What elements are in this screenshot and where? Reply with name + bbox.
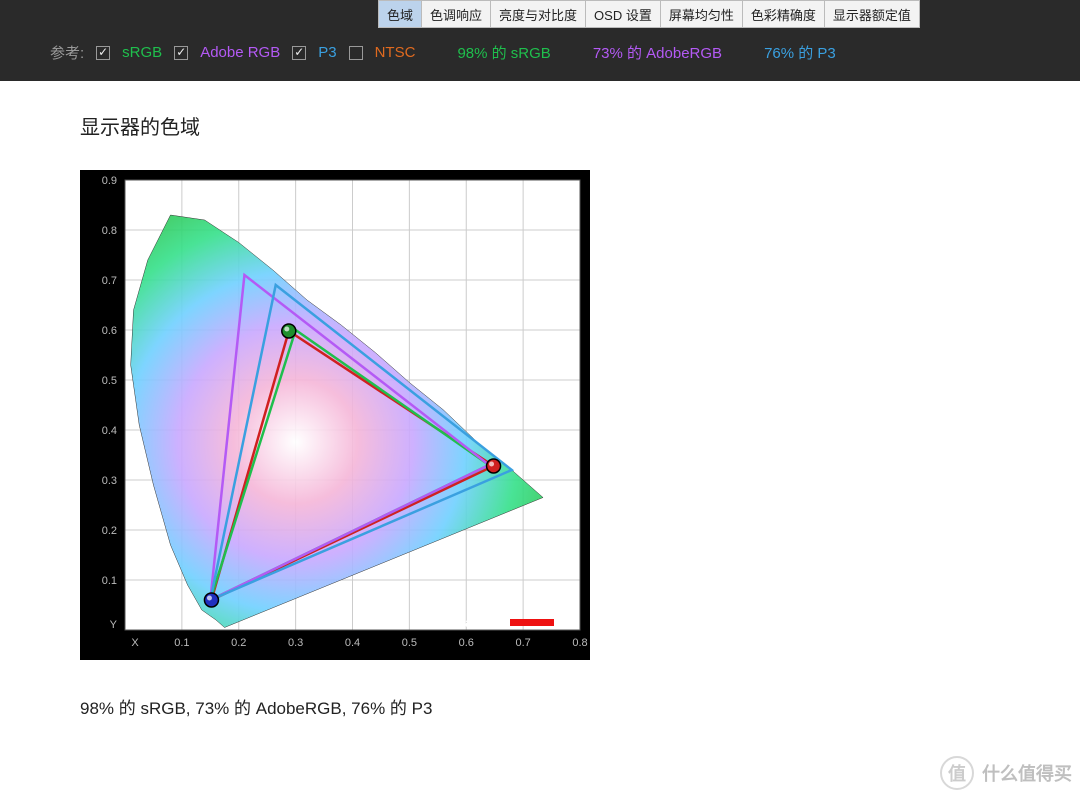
brand-bar-icon: [510, 619, 554, 626]
tab-strip: 色域色调响应亮度与对比度OSD 设置屏幕均匀性色彩精确度显示器额定值: [378, 0, 1080, 28]
svg-text:Y: Y: [110, 619, 118, 631]
chart-caption: 98% 的 sRGB, 73% 的 AdobeRGB, 76% 的 P3: [80, 694, 1080, 719]
stat-srgb: 98% 的 sRGB: [457, 42, 550, 63]
ref-label-srgb: sRGB: [122, 44, 162, 61]
reference-row: 参考: sRGB Adobe RGB P3 NTSC 98% 的 sRGB 73% 的 …: [0, 28, 1080, 81]
content-area: 显示器的色域 0.1 0.2 0.3 0.4 0.5 0.6 0.7 0.8 0.1 0.2 0.3…: [0, 81, 1080, 719]
svg-text:X: X: [131, 637, 139, 649]
svg-text:0.8: 0.8: [572, 637, 587, 649]
svg-text:0.3: 0.3: [102, 475, 117, 487]
ref-checkbox-ntsc[interactable]: [349, 46, 363, 60]
svg-text:0.2: 0.2: [102, 525, 117, 537]
svg-text:0.3: 0.3: [288, 637, 303, 649]
site-watermark: 值 什么值得买: [940, 756, 1072, 790]
ref-label-ntsc: NTSC: [375, 44, 416, 61]
ref-label-adobergb: Adobe RGB: [200, 44, 280, 61]
gamut-svg: 0.1 0.2 0.3 0.4 0.5 0.6 0.7 0.8 0.1 0.2 0.3 0.4 0.5 0…: [80, 170, 590, 660]
svg-text:0.9: 0.9: [102, 175, 117, 187]
stat-p3: 76% 的 P3: [764, 42, 836, 63]
tab-5[interactable]: 色彩精确度: [743, 0, 825, 28]
datacolor-brand: datacolor: [445, 615, 554, 630]
top-bar: 色域色调响应亮度与对比度OSD 设置屏幕均匀性色彩精确度显示器额定值 参考: s…: [0, 0, 1080, 81]
svg-text:0.4: 0.4: [102, 425, 117, 437]
ref-checkbox-srgb[interactable]: [96, 46, 110, 60]
tab-3[interactable]: OSD 设置: [586, 0, 661, 28]
gamut-chart: 0.1 0.2 0.3 0.4 0.5 0.6 0.7 0.8 0.1 0.2 0.3 0.4 0.5 0…: [80, 170, 590, 660]
watermark-logo-icon: 值: [940, 756, 974, 790]
reference-label: 参考:: [50, 42, 84, 63]
tab-4[interactable]: 屏幕均匀性: [661, 0, 743, 28]
ref-label-p3: P3: [318, 44, 336, 61]
svg-text:0.6: 0.6: [102, 325, 117, 337]
svg-text:0.6: 0.6: [459, 637, 474, 649]
tab-6[interactable]: 显示器额定值: [825, 0, 920, 28]
tab-1[interactable]: 色调响应: [422, 0, 491, 28]
ref-checkbox-adobergb[interactable]: [174, 46, 188, 60]
svg-text:0.1: 0.1: [102, 575, 117, 587]
section-heading: 显示器的色域: [80, 111, 1080, 140]
svg-text:0.1: 0.1: [174, 637, 189, 649]
tab-0[interactable]: 色域: [378, 0, 422, 28]
svg-text:0.7: 0.7: [515, 637, 530, 649]
svg-text:0.2: 0.2: [231, 637, 246, 649]
svg-text:0.5: 0.5: [102, 375, 117, 387]
svg-text:0.5: 0.5: [402, 637, 417, 649]
stat-argb: 73% 的 AdobeRGB: [593, 42, 722, 63]
watermark-text: 什么值得买: [982, 760, 1072, 786]
svg-text:0.4: 0.4: [345, 637, 360, 649]
svg-text:0.7: 0.7: [102, 275, 117, 287]
svg-text:0.8: 0.8: [102, 225, 117, 237]
brand-text: datacolor: [445, 615, 504, 630]
tab-2[interactable]: 亮度与对比度: [491, 0, 586, 28]
ref-checkbox-p3[interactable]: [292, 46, 306, 60]
